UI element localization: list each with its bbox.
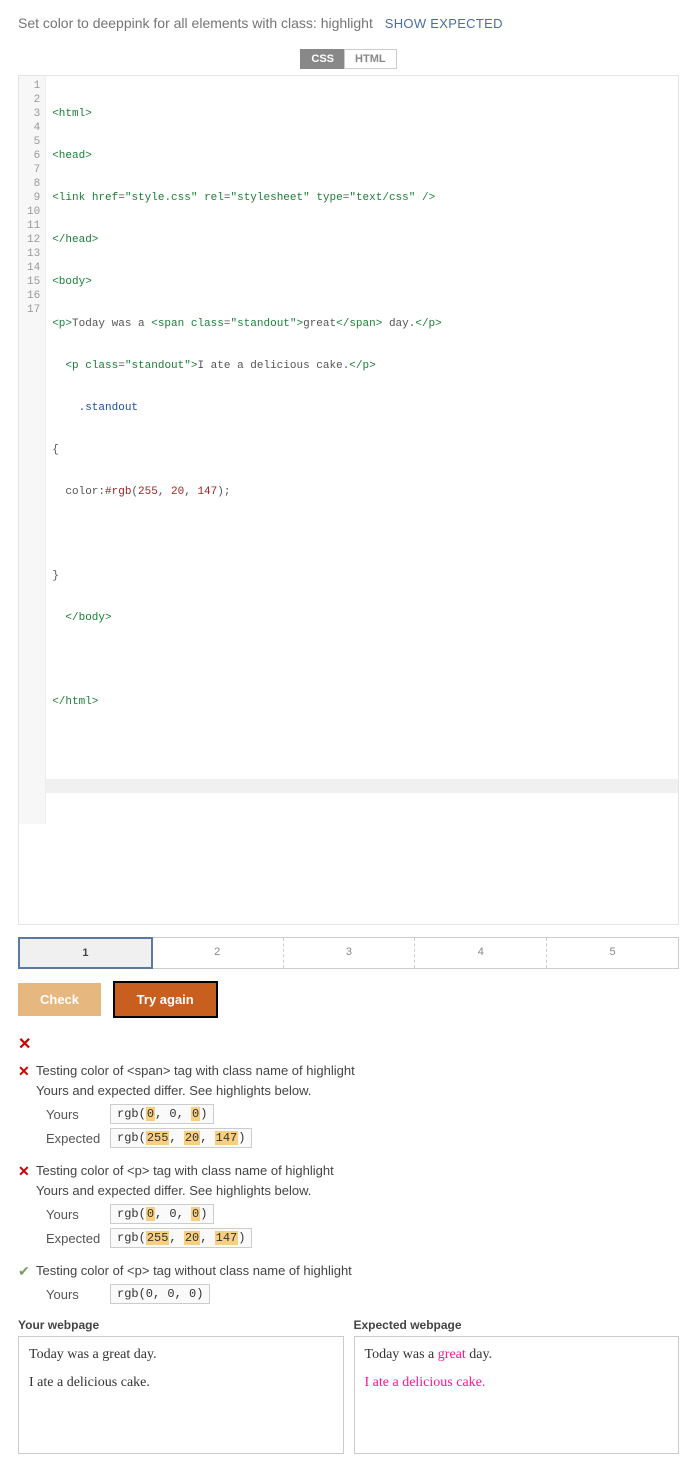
- yours-label: Yours: [46, 1287, 110, 1302]
- page-tab-3[interactable]: 3: [284, 938, 416, 968]
- instruction-text: Set color to deeppink for all elements w…: [18, 15, 373, 31]
- page-tab-1[interactable]: 1: [18, 937, 153, 969]
- your-webpage-title: Your webpage: [18, 1318, 344, 1332]
- expected-label: Expected: [46, 1131, 110, 1146]
- yours-label: Yours: [46, 1107, 110, 1122]
- test-subtext: Yours and expected differ. See highlight…: [36, 1182, 311, 1200]
- line-gutter: 1234567891011121314151617: [19, 76, 46, 824]
- show-expected-link[interactable]: SHOW EXPECTED: [385, 16, 503, 31]
- code-editor[interactable]: 1234567891011121314151617 <html> <head> …: [18, 75, 679, 925]
- page-tab-5[interactable]: 5: [547, 938, 678, 968]
- page-tab-4[interactable]: 4: [415, 938, 547, 968]
- expected-value: rgb(255, 20, 147): [110, 1228, 252, 1248]
- test-title: Testing color of <p> tag without class n…: [36, 1262, 352, 1280]
- button-row: Check Try again: [18, 981, 679, 1018]
- code-content[interactable]: <html> <head> <link href="style.css" rel…: [46, 76, 678, 824]
- page-tab-2[interactable]: 2: [152, 938, 284, 968]
- yours-label: Yours: [46, 1207, 110, 1222]
- expected-value: rgb(255, 20, 147): [110, 1128, 252, 1148]
- yours-value: rgb(0, 0, 0): [110, 1284, 210, 1304]
- test-title: Testing color of <p> tag with class name…: [36, 1162, 334, 1180]
- expected-webpage-title: Expected webpage: [354, 1318, 680, 1332]
- instruction-row: Set color to deeppink for all elements w…: [18, 15, 679, 31]
- test-result-2: ✕ Testing color of <p> tag with class na…: [18, 1162, 679, 1248]
- tab-html[interactable]: HTML: [344, 49, 397, 69]
- your-webpage-preview: Today was a great day. I ate a delicious…: [18, 1336, 344, 1454]
- yours-value: rgb(0, 0, 0): [110, 1204, 214, 1224]
- expected-label: Expected: [46, 1231, 110, 1246]
- fail-icon: ✕: [18, 1062, 36, 1080]
- test-subtext: Yours and expected differ. See highlight…: [36, 1082, 311, 1100]
- pass-icon: ✔: [18, 1262, 36, 1280]
- yours-value: rgb(0, 0, 0): [110, 1104, 214, 1124]
- overall-fail-icon: ✕: [18, 1034, 679, 1054]
- test-title: Testing color of <span> tag with class n…: [36, 1062, 355, 1080]
- try-again-button[interactable]: Try again: [113, 981, 218, 1018]
- test-result-1: ✕ Testing color of <span> tag with class…: [18, 1062, 679, 1148]
- pagination: 1 2 3 4 5: [18, 937, 679, 969]
- check-button[interactable]: Check: [18, 983, 101, 1016]
- tab-css[interactable]: CSS: [300, 49, 344, 69]
- fail-icon: ✕: [18, 1162, 36, 1180]
- test-result-3: ✔ Testing color of <p> tag without class…: [18, 1262, 679, 1304]
- preview-row: Your webpage Today was a great day. I at…: [18, 1318, 679, 1454]
- language-tabs: CSSHTML: [18, 49, 679, 69]
- expected-webpage-preview: Today was a great day. I ate a delicious…: [354, 1336, 680, 1454]
